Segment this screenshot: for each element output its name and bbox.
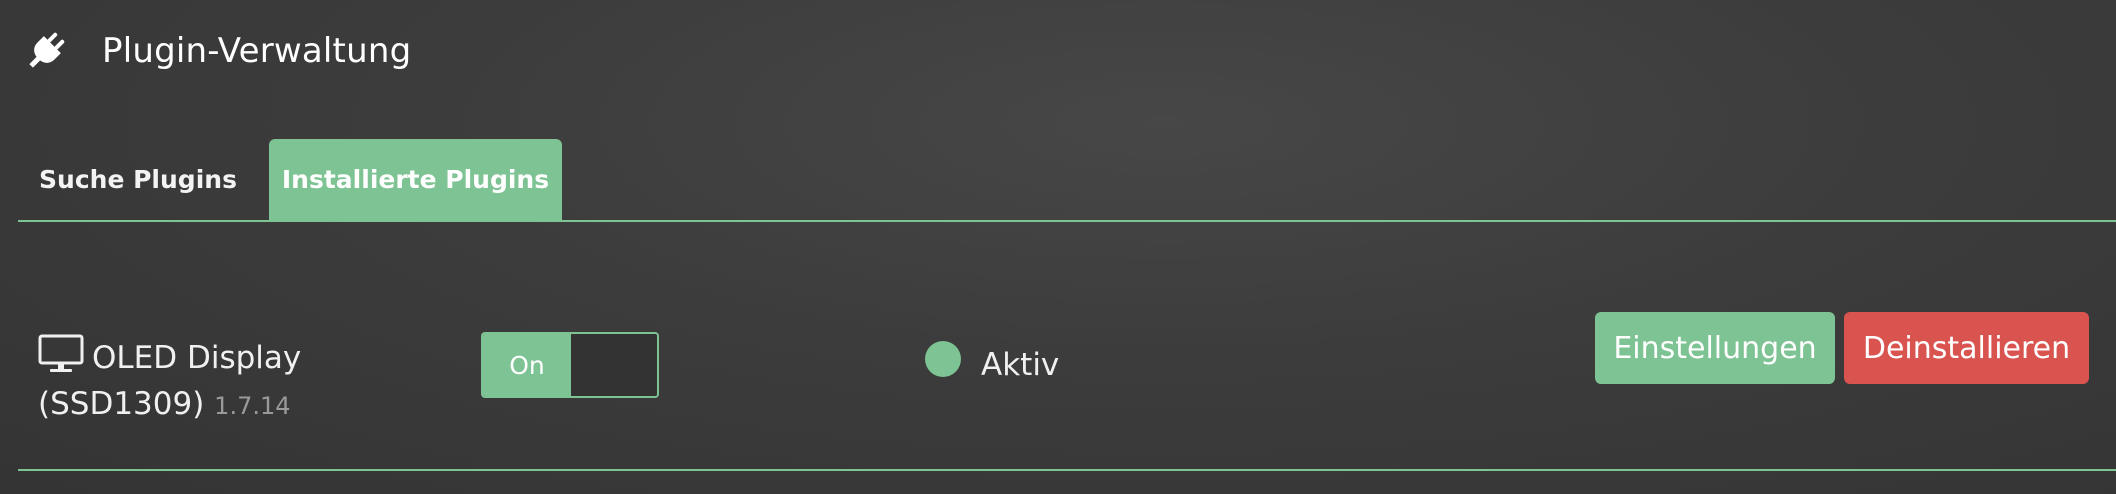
plugin-version: 1.7.14 [214,392,291,420]
tab-search-plugins[interactable]: Suche Plugins [18,139,258,220]
plugin-enable-toggle[interactable]: On [481,332,659,398]
page-title: Plugin-Verwaltung [102,31,412,71]
settings-button[interactable]: Einstellungen [1595,312,1835,384]
toggle-on-label: On [483,334,571,396]
page-header: Plugin-Verwaltung [24,26,411,76]
status-label: Aktiv [981,347,1060,383]
status-dot-icon [925,341,961,377]
plugin-name: OLED Display (SSD1309) 1.7.14 [38,334,458,429]
toggle-off-area [571,334,657,396]
uninstall-button[interactable]: Deinstallieren [1844,312,2089,384]
plugin-row: OLED Display (SSD1309) 1.7.14 On Aktiv E… [18,222,2116,471]
tab-installed-plugins[interactable]: Installierte Plugins [269,139,562,220]
plug-icon [24,29,68,73]
plugin-tabs: Suche Plugins Installierte Plugins [18,139,2116,222]
monitor-icon [38,334,84,374]
plugin-status: Aktiv [925,332,1059,398]
